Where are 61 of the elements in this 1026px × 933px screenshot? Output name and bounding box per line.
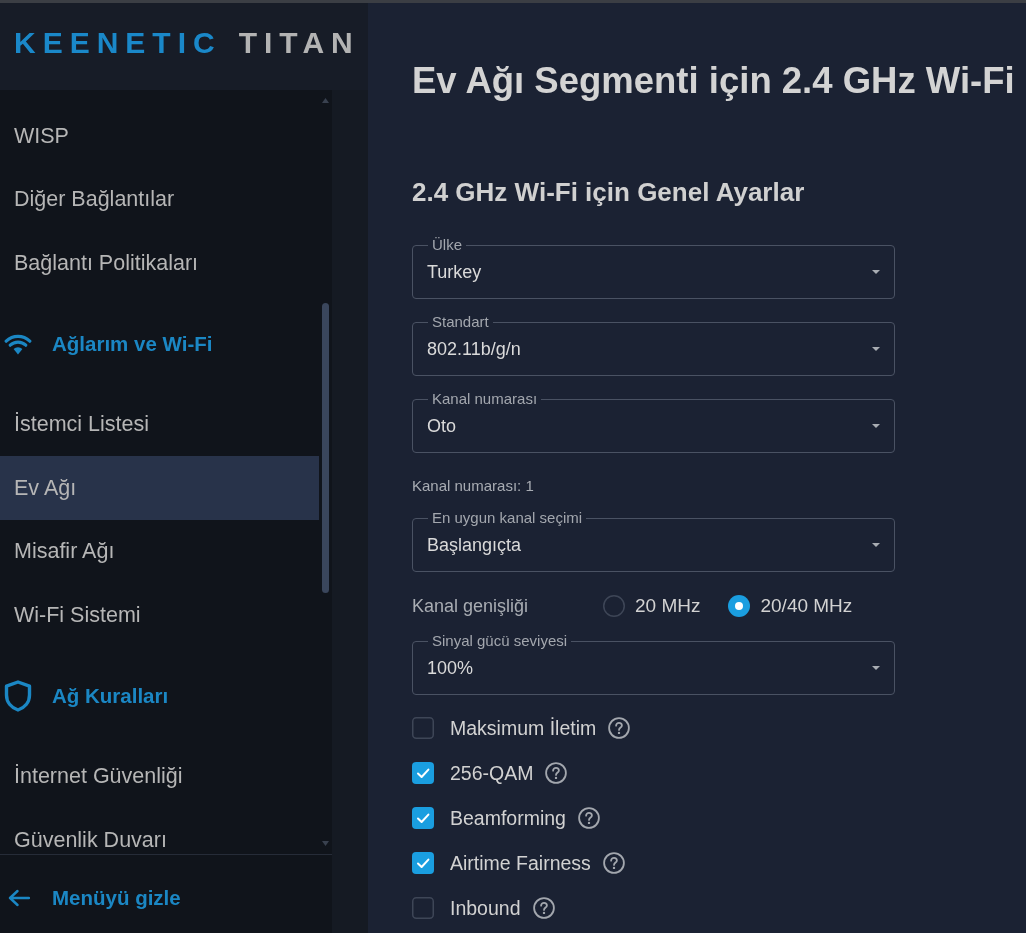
- select-value: Oto: [427, 415, 456, 438]
- radio-label: 20/40 MHz: [760, 594, 853, 618]
- shield-icon: [4, 679, 32, 712]
- caret-icon: [872, 424, 880, 428]
- help-icon[interactable]: [545, 761, 568, 784]
- select-value: 100%: [427, 657, 474, 680]
- hide-menu-button[interactable]: Menüyü gizle: [8, 886, 181, 910]
- help-icon[interactable]: [608, 716, 631, 739]
- select-field[interactable]: Kanal numarası Oto: [412, 390, 895, 453]
- checkbox[interactable]: [412, 896, 434, 919]
- menu-item[interactable]: Ev Ağı: [0, 456, 319, 520]
- checkbox[interactable]: [412, 806, 434, 829]
- scrollbar-thumb[interactable]: [322, 303, 329, 593]
- radio-button[interactable]: [728, 595, 751, 617]
- wifi-icon: [4, 332, 32, 355]
- menu-item[interactable]: Misafir Ağı: [0, 519, 319, 583]
- help-icon[interactable]: [532, 896, 555, 919]
- menu-item[interactable]: İstemci Listesi: [0, 392, 319, 456]
- radio-button[interactable]: [603, 595, 625, 617]
- menu-item[interactable]: Wi-Fi Sistemi: [0, 583, 319, 647]
- menu-item[interactable]: Bağlantı Politikaları: [0, 231, 319, 295]
- arrow-left-icon: [8, 889, 30, 907]
- help-icon[interactable]: [577, 806, 600, 829]
- field-label: En uygun kanal seçimi: [431, 509, 584, 527]
- menu-section-title[interactable]: Ağlarım ve Wi-Fi: [52, 331, 213, 356]
- caret-icon: [872, 543, 880, 547]
- menu-item[interactable]: İnternet Güvenliği: [0, 744, 319, 808]
- menu-item[interactable]: Diğer Bağlantılar: [0, 167, 319, 231]
- checkbox-label: Airtime Fairness: [450, 850, 591, 875]
- caret-icon: [872, 347, 880, 351]
- checkbox[interactable]: [412, 716, 434, 739]
- section-title: 2.4 GHz Wi-Fi için Genel Ayarlar: [412, 176, 806, 208]
- field-label: Standart: [431, 313, 490, 331]
- field-label: Sinyal gücü seviyesi: [431, 632, 569, 650]
- checkbox-label: Maksimum İletim: [450, 715, 597, 740]
- checkbox-label: Beamforming: [450, 805, 566, 830]
- field-label: Ülke: [431, 236, 463, 254]
- field-label: Kanal numarası: [431, 390, 539, 408]
- radio-group-label: Kanal genişliği: [412, 595, 530, 618]
- select-field[interactable]: Ülke Turkey: [412, 236, 895, 299]
- checkbox[interactable]: [412, 851, 434, 874]
- help-icon[interactable]: [602, 851, 625, 874]
- select-field[interactable]: Sinyal gücü seviyesi 100%: [412, 632, 895, 695]
- checkbox-label: Inbound: [450, 895, 521, 920]
- checkbox-label: 256-QAM: [450, 760, 534, 785]
- menu-section-title[interactable]: Ağ Kuralları: [52, 683, 169, 708]
- select-value: 802.11b/g/n: [427, 338, 521, 361]
- radio-label: 20 MHz: [635, 594, 701, 618]
- menu-item[interactable]: Güvenlik Duvarı: [0, 808, 319, 854]
- brand-name: KEENETIC: [14, 25, 222, 61]
- select-field[interactable]: En uygun kanal seçimi Başlangıçta: [412, 509, 895, 572]
- page-title: Ev Ağı Segmenti için 2.4 GHz Wi-Fi: [412, 59, 1016, 103]
- model-name: TITAN: [238, 25, 360, 61]
- select-field[interactable]: Standart 802.11b/g/n: [412, 313, 895, 376]
- select-value: Turkey: [427, 261, 482, 284]
- caret-icon: [872, 270, 880, 274]
- caret-icon: [872, 666, 880, 670]
- checkbox[interactable]: [412, 761, 434, 784]
- menu-item[interactable]: WISP: [0, 104, 319, 168]
- select-value: Başlangıçta: [427, 534, 522, 557]
- info-text: Kanal numarası: 1: [412, 477, 535, 495]
